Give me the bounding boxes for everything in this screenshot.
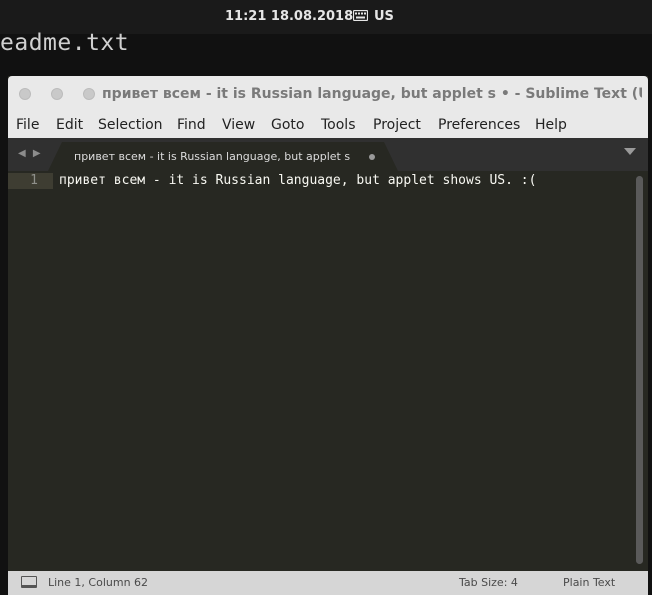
tab-size-selector[interactable]: Tab Size: 4 xyxy=(459,576,518,589)
menu-find[interactable]: Find xyxy=(177,117,206,133)
menu-view[interactable]: View xyxy=(222,117,255,133)
tab-bar: ◀ ▶ привет всем - it is Russian language… xyxy=(8,138,648,171)
menu-edit[interactable]: Edit xyxy=(56,117,83,133)
vertical-scrollbar[interactable] xyxy=(636,176,643,564)
panel-toggle-icon[interactable] xyxy=(21,576,37,588)
tab-active-file[interactable]: привет всем - it is Russian language, bu… xyxy=(48,142,398,171)
keyboard-icon[interactable] xyxy=(353,10,368,21)
maximize-window-button[interactable] xyxy=(83,88,95,100)
tab-nav-arrows-icon[interactable]: ◀ ▶ xyxy=(18,148,43,159)
cursor-position: Line 1, Column 62 xyxy=(48,576,149,589)
syntax-selector[interactable]: Plain Text xyxy=(563,576,615,589)
keyboard-layout-indicator[interactable]: US xyxy=(374,9,394,24)
minimize-window-button[interactable] xyxy=(51,88,63,100)
desktop-background-filename: eadme.txt xyxy=(0,30,130,56)
close-window-button[interactable] xyxy=(19,88,31,100)
scrollbar-thumb[interactable] xyxy=(636,176,643,564)
system-top-panel: 11:21 18.08.2018 US xyxy=(0,0,652,34)
title-bar[interactable]: привет всем - it is Russian language, bu… xyxy=(8,76,648,112)
sublime-text-window: привет всем - it is Russian language, bu… xyxy=(8,76,648,595)
menu-bar: File Edit Selection Find View Goto Tools… xyxy=(8,112,648,139)
menu-tools[interactable]: Tools xyxy=(321,117,356,133)
menu-project[interactable]: Project xyxy=(373,117,421,133)
menu-selection[interactable]: Selection xyxy=(98,117,163,133)
line-number: 1 xyxy=(8,173,53,189)
menu-goto[interactable]: Goto xyxy=(271,117,304,133)
code-line[interactable]: привет всем - it is Russian language, bu… xyxy=(59,173,536,189)
unsaved-indicator-icon[interactable] xyxy=(369,154,375,160)
menu-file[interactable]: File xyxy=(16,117,39,133)
tab-label: привет всем - it is Russian language, bu… xyxy=(74,150,351,163)
editor-area[interactable]: 1 привет всем - it is Russian language, … xyxy=(8,171,648,571)
status-bar: Line 1, Column 62 Tab Size: 4 Plain Text xyxy=(8,571,648,595)
window-title: привет всем - it is Russian language, bu… xyxy=(102,86,642,102)
menu-help[interactable]: Help xyxy=(535,117,567,133)
menu-preferences[interactable]: Preferences xyxy=(438,117,520,133)
tab-dropdown-icon[interactable] xyxy=(624,148,636,155)
clock[interactable]: 11:21 18.08.2018 xyxy=(225,9,353,24)
